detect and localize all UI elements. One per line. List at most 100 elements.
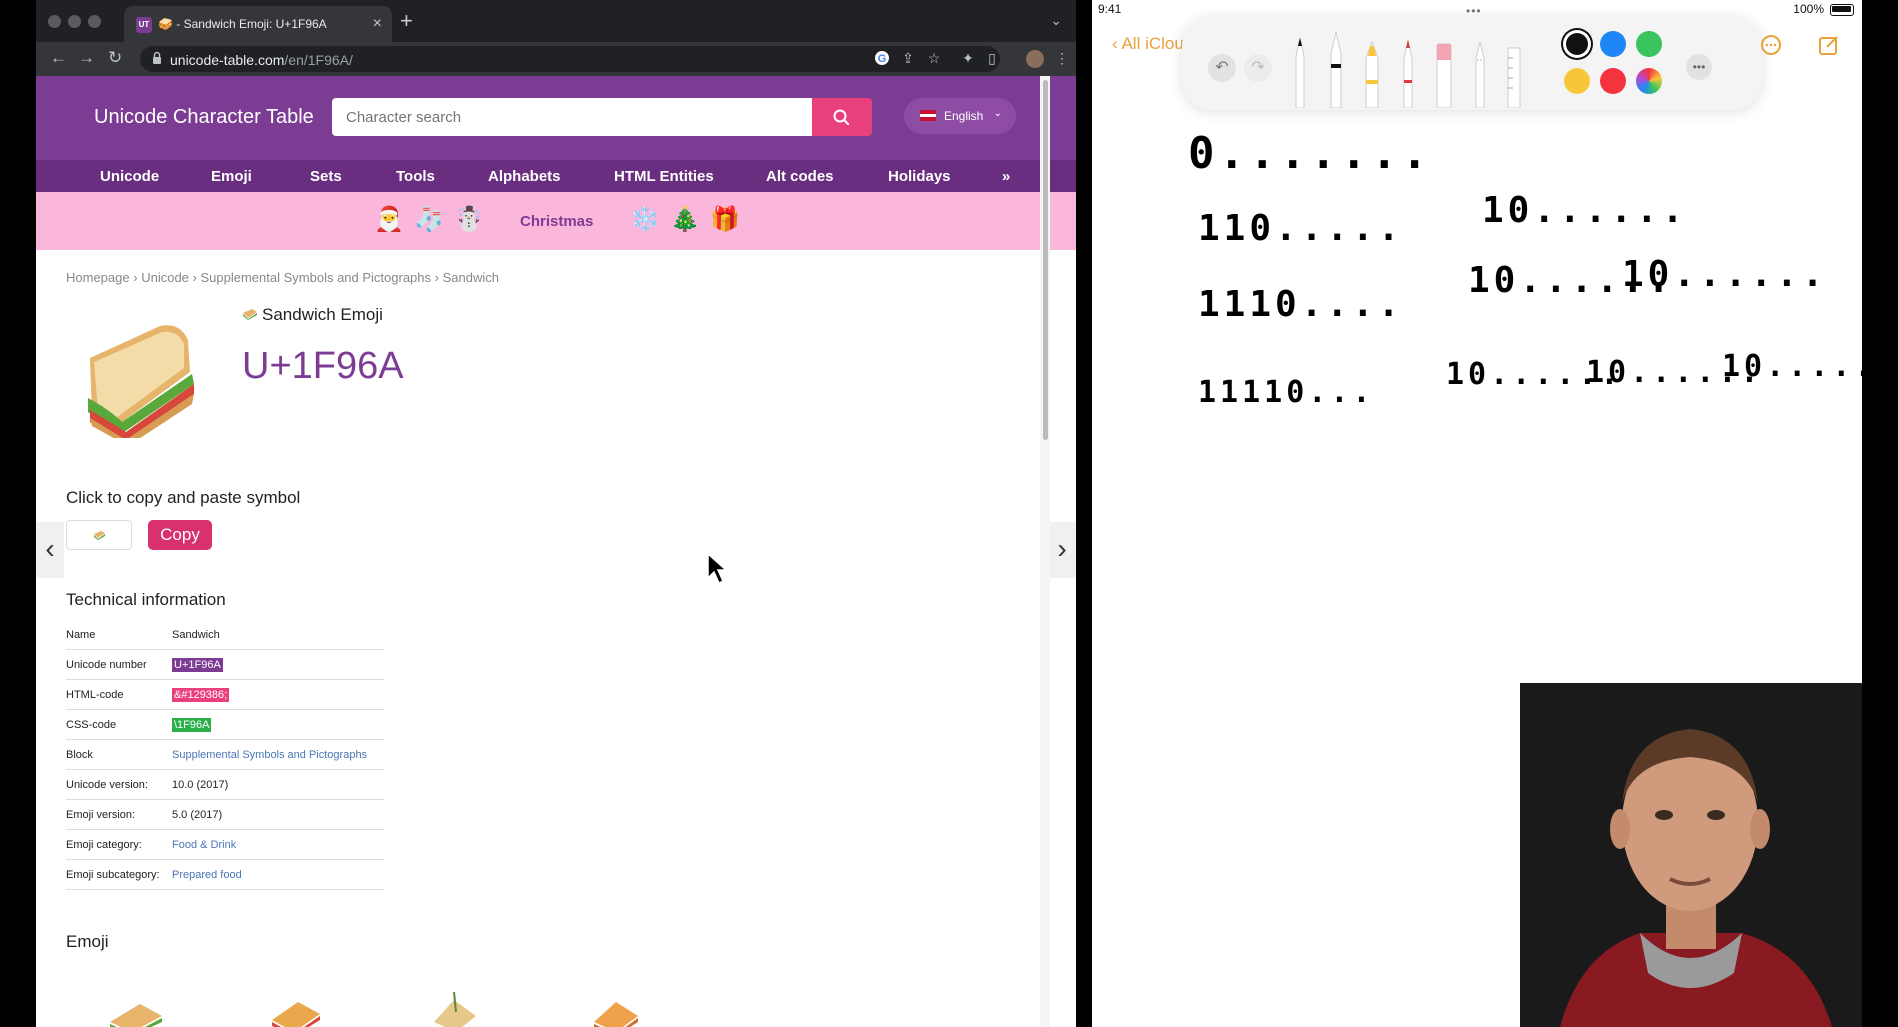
search-icon: [833, 109, 850, 126]
undo-icon[interactable]: ↶: [1208, 54, 1236, 82]
window-minimize-button[interactable]: [68, 15, 81, 28]
nav-tools[interactable]: Tools: [396, 168, 435, 185]
nav-more[interactable]: »: [1002, 168, 1010, 185]
eraser-tool-icon[interactable]: [1434, 28, 1454, 108]
new-tab-button[interactable]: +: [400, 8, 413, 34]
collaborate-icon[interactable]: [1760, 34, 1782, 56]
breadcrumb-home[interactable]: Homepage: [66, 270, 130, 285]
tab-search-chevron-icon[interactable]: ⌄: [1050, 12, 1062, 29]
pen-tool-icon[interactable]: [1290, 28, 1310, 108]
santa-emoji: 🎅: [374, 206, 404, 233]
table-key: Name: [66, 620, 172, 650]
nav-html-entities[interactable]: HTML Entities: [614, 168, 714, 185]
breadcrumb-block[interactable]: Supplemental Symbols and Pictographs: [201, 270, 432, 285]
sandwich-emoji-icon: [243, 309, 257, 320]
address-url: unicode-table.com/en/1F96A/: [170, 52, 353, 68]
technical-info-table: Name Sandwich Unicode number U+1F96A HTM…: [66, 620, 384, 890]
handwriting-sequence: 1110....: [1198, 284, 1403, 325]
color-swatch-green[interactable]: [1636, 31, 1662, 57]
copy-button[interactable]: Copy: [148, 520, 212, 550]
pencil-toolbar: ↶ ↷ •••: [1182, 16, 1762, 110]
color-swatch-blue[interactable]: [1600, 31, 1626, 57]
reload-icon[interactable]: ↻: [108, 48, 122, 68]
table-key: Emoji version:: [66, 799, 172, 830]
browser-scrollbar[interactable]: [1040, 76, 1050, 1027]
nav-alt-codes[interactable]: Alt codes: [766, 168, 834, 185]
extensions-puzzle-icon[interactable]: ✦: [960, 50, 976, 66]
split-view-divider[interactable]: [1076, 0, 1092, 1027]
bookmark-star-icon[interactable]: ☆: [926, 50, 942, 66]
snowflake-emoji: ❄️: [630, 206, 660, 233]
share-icon[interactable]: ⇪: [900, 50, 916, 66]
sandwich-emoji-image: [88, 325, 194, 438]
more-options-icon[interactable]: •••: [1686, 54, 1712, 80]
back-to-notes-link[interactable]: ‹ All iClou: [1112, 34, 1184, 54]
compose-icon[interactable]: [1818, 34, 1840, 56]
back-label: All iClou: [1121, 34, 1184, 53]
site-title[interactable]: Unicode Character Table: [94, 106, 314, 129]
css-code-tag[interactable]: \1F96A: [172, 717, 212, 732]
color-swatch-yellow[interactable]: [1564, 68, 1590, 94]
nav-sets[interactable]: Sets: [310, 168, 342, 185]
tree-emoji: 🎄: [670, 206, 700, 233]
scrollbar-thumb[interactable]: [1043, 80, 1048, 440]
google-icon[interactable]: G: [874, 50, 890, 66]
table-value: 5.0 (2017): [172, 799, 384, 830]
subcategory-link[interactable]: Prepared food: [172, 869, 242, 881]
presenter-video-image: [1520, 683, 1862, 1027]
html-code-tag[interactable]: &#129386;: [172, 687, 230, 702]
handwriting-canvas[interactable]: 0....... 110..... 10...... 1110.... 10......…: [1092, 120, 1862, 440]
pencil-tool-icon[interactable]: [1398, 28, 1418, 108]
color-picker-wheel[interactable]: [1636, 68, 1662, 94]
color-swatch-red[interactable]: [1600, 68, 1626, 94]
copy-symbol-box[interactable]: [66, 520, 132, 550]
nav-holidays[interactable]: Holidays: [888, 168, 951, 185]
block-link[interactable]: Supplemental Symbols and Pictographs: [172, 749, 367, 761]
emoji-heading-text: Sandwich Emoji: [262, 305, 383, 324]
category-link[interactable]: Food & Drink: [172, 839, 236, 851]
lasso-tool-icon[interactable]: [1470, 28, 1490, 108]
next-character-button[interactable]: ›: [1048, 522, 1076, 578]
window-close-button[interactable]: [48, 15, 61, 28]
back-arrow-icon[interactable]: ←: [50, 48, 67, 68]
tab-title: 🥪 - Sandwich Emoji: U+1F96A: [158, 17, 327, 31]
ruler-tool-icon[interactable]: [1504, 28, 1524, 108]
more-menu-icon[interactable]: ⋮: [1054, 50, 1070, 66]
nav-unicode[interactable]: Unicode: [100, 168, 159, 185]
browser-window: UT 🥪 - Sandwich Emoji: U+1F96A × + ⌄ ← →…: [36, 0, 1076, 1027]
marker-tool-icon[interactable]: [1326, 28, 1346, 108]
nav-emoji[interactable]: Emoji: [211, 168, 252, 185]
tab-bar: UT 🥪 - Sandwich Emoji: U+1F96A × + ⌄: [36, 0, 1076, 42]
forward-arrow-icon[interactable]: →: [78, 48, 95, 68]
sandwich-variant-facebook[interactable]: [424, 992, 488, 1027]
highlighter-tool-icon[interactable]: [1362, 28, 1382, 108]
side-panel-icon[interactable]: ▯: [984, 50, 1000, 66]
chevron-down-icon: ⌄: [993, 108, 1002, 119]
redo-icon[interactable]: ↷: [1244, 54, 1272, 82]
holiday-label: Christmas: [520, 213, 594, 230]
address-bar[interactable]: unicode-table.com/en/1F96A/: [140, 46, 1000, 72]
handwriting-sequence: 0.......: [1188, 128, 1432, 179]
tab-close-icon[interactable]: ×: [373, 15, 382, 33]
unicode-number-tag[interactable]: U+1F96A: [172, 657, 223, 672]
breadcrumb-unicode[interactable]: Unicode: [141, 270, 189, 285]
language-selector[interactable]: English ⌄: [904, 98, 1016, 134]
table-row: Unicode version: 10.0 (2017): [66, 769, 384, 800]
table-key: Emoji subcategory:: [66, 859, 172, 890]
sandwich-variant-google[interactable]: [264, 992, 328, 1027]
profile-avatar[interactable]: [1026, 50, 1044, 68]
table-row: Block Supplemental Symbols and Pictograp…: [66, 739, 384, 770]
browser-tab[interactable]: UT 🥪 - Sandwich Emoji: U+1F96A ×: [124, 6, 392, 42]
search-button[interactable]: [812, 98, 872, 136]
color-swatch-black[interactable]: [1566, 33, 1588, 55]
sandwich-variant-apple[interactable]: [104, 992, 168, 1027]
window-zoom-button[interactable]: [88, 15, 101, 28]
previous-character-button[interactable]: ‹: [36, 522, 64, 578]
lock-icon: [153, 51, 161, 64]
holiday-banner[interactable]: 🎅 🧦 ☃️ Christmas ❄️ 🎄 🎁: [36, 192, 1076, 250]
search-input[interactable]: [332, 98, 812, 136]
nav-alphabets[interactable]: Alphabets: [488, 168, 561, 185]
sandwich-variant-samsung[interactable]: [584, 992, 648, 1027]
battery-percent: 100%: [1793, 2, 1824, 16]
table-value: Sandwich: [172, 620, 384, 650]
